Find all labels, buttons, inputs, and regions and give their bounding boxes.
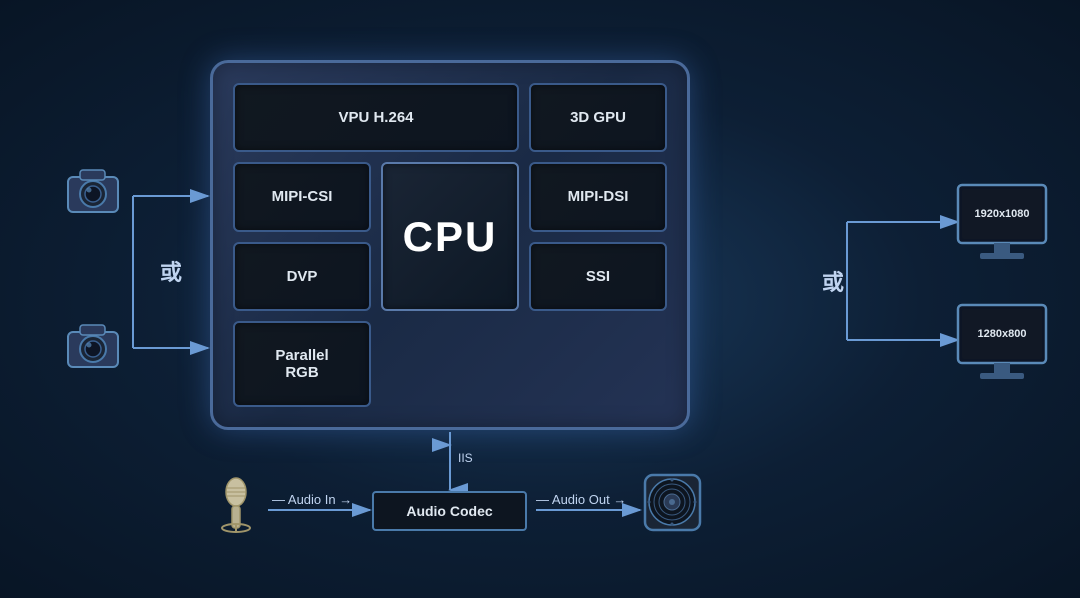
monitor1-icon: 1920x1080 [958, 185, 1046, 259]
speaker-icon [645, 475, 700, 530]
camera2-icon [68, 325, 118, 367]
svg-text:1920x1080: 1920x1080 [974, 208, 1029, 220]
mic-icon [222, 478, 250, 532]
soc-grid: VPU H.264 3D GPU MIPI-CSI CPU MIPI-DSI D… [233, 83, 667, 407]
audio-codec-box: Audio Codec [372, 491, 527, 531]
audio-out-label: — Audio Out → [536, 492, 626, 507]
monitor2-icon: 1280x800 [958, 305, 1046, 379]
3dgpu-block: 3D GPU [529, 83, 667, 152]
audio-in-label: — Audio In → [272, 492, 352, 507]
vpu-block: VPU H.264 [233, 83, 519, 152]
soc-chip: VPU H.264 3D GPU MIPI-CSI CPU MIPI-DSI D… [210, 60, 690, 430]
mipi-csi-block: MIPI-CSI [233, 162, 371, 231]
parallel-rgb-block: Parallel RGB [233, 321, 371, 407]
svg-text:1280x800: 1280x800 [978, 328, 1027, 340]
or-label-left: 或 [160, 260, 182, 285]
camera1-icon [68, 170, 118, 212]
dvp-block: DVP [233, 242, 371, 311]
mipi-dsi-block: MIPI-DSI [529, 162, 667, 231]
or-label-right: 或 [822, 270, 844, 295]
cpu-block: CPU [381, 162, 519, 311]
ssi-block: SSI [529, 242, 667, 311]
iis-label: IIS [458, 451, 473, 465]
